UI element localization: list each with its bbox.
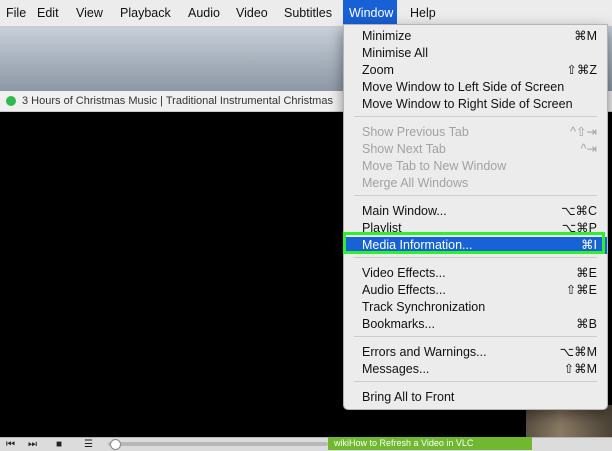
rewind-icon[interactable]: ⏮: [6, 438, 15, 451]
menu-item-main-window[interactable]: Main Window... ⌥⌘C: [344, 203, 607, 220]
player-window-title: 3 Hours of Christmas Music | Traditional…: [22, 95, 333, 107]
menu-item-label: Move Window to Right Side of Screen: [362, 97, 573, 111]
menu-item-zoom[interactable]: Zoom ⇧⌘Z: [344, 62, 607, 79]
menu-item-shortcut: ⇧⌘E: [565, 283, 597, 297]
menu-item-shortcut: ^⇥: [580, 142, 597, 156]
menu-item-shortcut: ⌥⌘C: [561, 204, 597, 218]
menu-item-label: Minimize: [362, 29, 412, 43]
menu-playback[interactable]: Playback: [114, 0, 177, 26]
menu-item-shortcut: ⌥⌘M: [559, 345, 597, 359]
status-dot-icon: [6, 96, 16, 106]
menu-item-move-window-to-right-side-of-screen[interactable]: Move Window to Right Side of Screen: [344, 96, 607, 113]
menu-item-show-previous-tab: Show Previous Tab ^⇧⇥: [344, 124, 607, 141]
menu-audio[interactable]: Audio: [182, 0, 226, 26]
menu-item-label: Minimise All: [362, 46, 428, 60]
menu-item-bring-all-to-front[interactable]: Bring All to Front: [344, 389, 607, 406]
menu-item-label: Move Tab to New Window: [362, 159, 507, 173]
menu-item-label: Track Synchronization: [362, 300, 486, 314]
menu-item-label: Main Window...: [362, 204, 447, 218]
menu-item-move-tab-to-new-window: Move Tab to New Window: [344, 158, 607, 175]
menu-item-bookmarks[interactable]: Bookmarks... ⌘B: [344, 316, 607, 333]
menu-item-label: Messages...: [362, 362, 430, 376]
menu-file[interactable]: File: [0, 0, 32, 26]
menu-item-label: Video Effects...: [362, 266, 446, 280]
menu-item-merge-all-windows: Merge All Windows: [344, 175, 607, 192]
menu-window[interactable]: Window: [343, 0, 397, 26]
menu-subtitles[interactable]: Subtitles: [278, 0, 338, 26]
menu-item-label: Move Window to Left Side of Screen: [362, 80, 565, 94]
playlist-icon[interactable]: ☰: [84, 438, 93, 451]
menu-item-label: Show Previous Tab: [362, 125, 469, 139]
menu-item-shortcut: ^⇧⇥: [570, 125, 597, 139]
menu-item-move-window-to-left-side-of-screen[interactable]: Move Window to Left Side of Screen: [344, 79, 607, 96]
window-menu-dropdown: Minimize ⌘M Minimise All Zoom ⇧⌘Z Move Window…: [343, 24, 608, 410]
menu-item-messages[interactable]: Messages... ⇧⌘M: [344, 361, 607, 378]
menu-item-audio-effects[interactable]: Audio Effects... ⇧⌘E: [344, 282, 607, 299]
menu-item-shortcut: ⇧⌘Z: [566, 63, 597, 77]
menu-item-shortcut: ⌘M: [574, 29, 597, 43]
seek-bar[interactable]: [108, 442, 328, 446]
menu-item-label: Bookmarks...: [362, 317, 435, 331]
menu-item-track-synchronization[interactable]: Track Synchronization: [344, 299, 607, 316]
menu-item-show-next-tab: Show Next Tab ^⇥: [344, 141, 607, 158]
highlight-callout: [343, 232, 605, 254]
seek-knob[interactable]: [110, 439, 121, 450]
menu-item-minimise-all[interactable]: Minimise All: [344, 45, 607, 62]
menu-item-shortcut: ⇧⌘M: [563, 362, 597, 376]
menu-separator: [354, 257, 597, 258]
menu-item-label: Zoom: [362, 63, 394, 77]
menu-item-minimize[interactable]: Minimize ⌘M: [344, 28, 607, 45]
menu-item-label: Errors and Warnings...: [362, 345, 487, 359]
menu-item-label: Show Next Tab: [362, 142, 446, 156]
menu-separator: [354, 195, 597, 196]
menu-view[interactable]: View: [70, 0, 109, 26]
menu-video[interactable]: Video: [230, 0, 274, 26]
menu-bar: File Edit View Playback Audio Video Subt…: [0, 0, 612, 27]
fast-forward-icon[interactable]: ⏭: [28, 438, 37, 451]
stop-icon[interactable]: ■: [56, 438, 62, 451]
watermark-banner: wikiHow to Refresh a Video in VLC: [328, 437, 532, 450]
menu-edit[interactable]: Edit: [31, 0, 65, 26]
menu-separator: [354, 381, 597, 382]
menu-help[interactable]: Help: [404, 0, 442, 26]
menu-item-label: Merge All Windows: [362, 176, 469, 190]
menu-item-video-effects[interactable]: Video Effects... ⌘E: [344, 265, 607, 282]
menu-item-shortcut: ⌘E: [576, 266, 597, 280]
menu-item-shortcut: ⌘B: [576, 317, 597, 331]
menu-item-errors-and-warnings[interactable]: Errors and Warnings... ⌥⌘M: [344, 344, 607, 361]
menu-separator: [354, 116, 597, 117]
menu-item-label: Audio Effects...: [362, 283, 446, 297]
menu-separator: [354, 336, 597, 337]
menu-item-label: Bring All to Front: [362, 390, 455, 404]
